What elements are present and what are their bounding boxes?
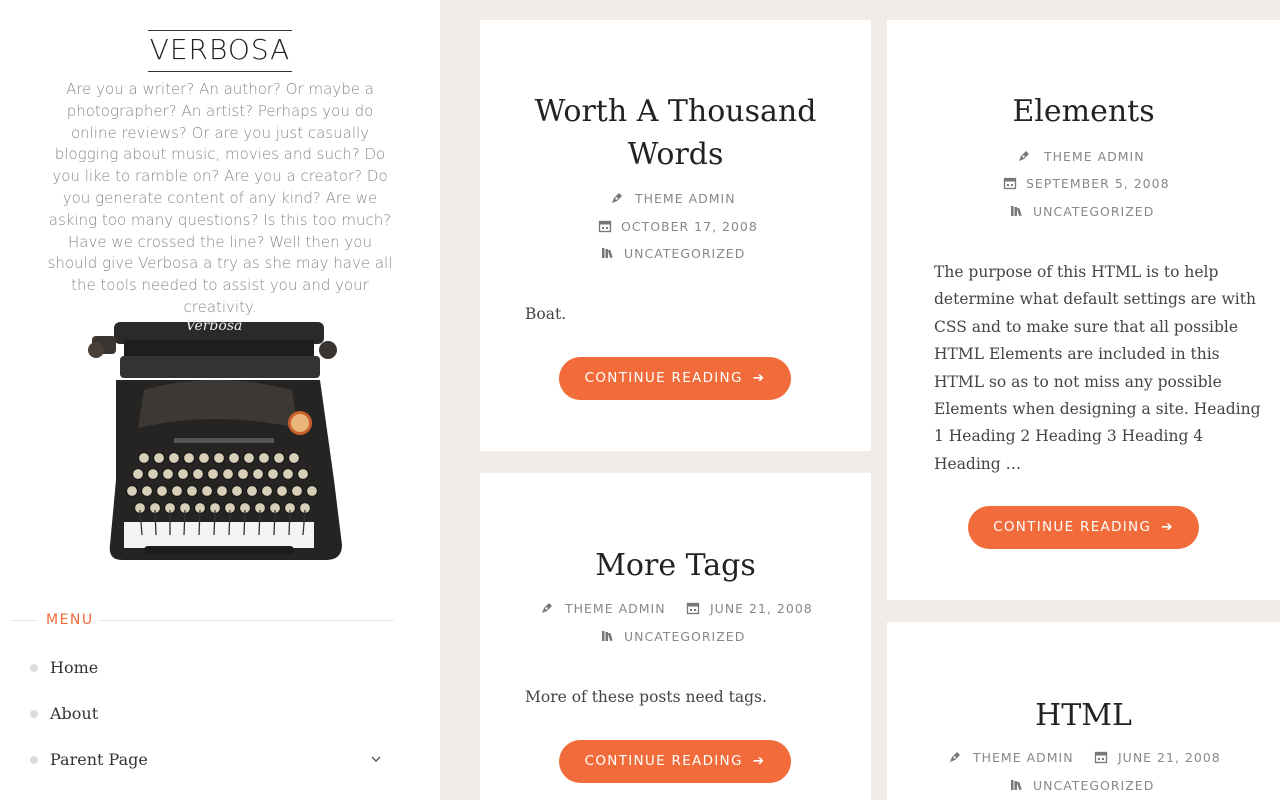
post-excerpt: Boat. xyxy=(525,305,567,323)
books-icon xyxy=(1011,780,1022,791)
menu-heading-label: MENU xyxy=(46,612,94,628)
button-label[interactable]: CONTINUE READING xyxy=(585,370,743,386)
menu-item-about[interactable]: About xyxy=(30,699,390,729)
post-title[interactable]: HTML xyxy=(887,694,1280,737)
pen-nib-icon xyxy=(1019,151,1029,161)
post-card: More Tags THEME ADMIN JUNE 21, 2008 UNCA… xyxy=(480,473,871,800)
date-text[interactable]: JUNE 21, 2008 xyxy=(1118,750,1221,766)
menu-item-label[interactable]: About xyxy=(50,703,98,725)
calendar-icon xyxy=(686,602,700,615)
calendar-icon xyxy=(1094,751,1108,764)
author-name[interactable]: THEME ADMIN xyxy=(973,750,1074,766)
post-card: Worth A Thousand Words THEME ADMIN OCTOB… xyxy=(480,20,871,451)
menu-divider xyxy=(12,620,38,621)
author-name[interactable]: THEME ADMIN xyxy=(635,191,736,207)
post-excerpt: The purpose of this HTML is to help dete… xyxy=(934,259,1264,478)
menu-item-label[interactable]: Home xyxy=(50,657,98,679)
post-excerpt: More of these posts need tags. xyxy=(525,688,767,706)
books-icon xyxy=(602,631,613,642)
menu-heading: MENU xyxy=(12,610,394,630)
menu-item-parent-page[interactable]: Parent Page xyxy=(30,745,390,775)
post-title[interactable]: Elements xyxy=(887,90,1280,133)
date-text[interactable]: OCTOBER 17, 2008 xyxy=(621,219,758,235)
excerpt-line: 1 Heading 2 Heading 3 Heading 4 xyxy=(934,427,1204,446)
books-icon xyxy=(602,248,613,259)
excerpt-line: Elements when designing a site. Heading xyxy=(934,400,1261,419)
author-name[interactable]: THEME ADMIN xyxy=(1044,149,1145,165)
arrow-right-icon: ➔ xyxy=(1161,519,1174,535)
site-tagline: Are you a writer? An author? Or maybe a … xyxy=(47,80,393,316)
excerpt-line: Heading … xyxy=(934,454,1022,473)
button-label[interactable]: CONTINUE READING xyxy=(993,519,1151,535)
continue-reading-button[interactable]: CONTINUE READING ➔ xyxy=(559,740,791,783)
bullet-dot xyxy=(30,756,38,764)
typewriter-logo-text: Verbosa xyxy=(186,318,243,334)
category-text[interactable]: UNCATEGORIZED xyxy=(624,246,745,262)
excerpt-line: HTML Elements are included in this xyxy=(934,345,1220,364)
category-text[interactable]: UNCATEGORIZED xyxy=(1033,204,1154,220)
menu-item-label[interactable]: Parent Page xyxy=(50,749,148,771)
post-title-line[interactable]: Worth A Thousand xyxy=(535,94,817,129)
continue-reading-button[interactable]: CONTINUE READING ➔ xyxy=(559,357,791,400)
pen-nib-icon xyxy=(612,193,622,203)
arrow-right-icon: ➔ xyxy=(752,753,766,769)
excerpt-line: determine what default settings are with xyxy=(934,290,1256,309)
calendar-icon xyxy=(598,220,612,233)
menu-item-home[interactable]: Home xyxy=(30,653,390,683)
arrow-right-icon: ➔ xyxy=(752,370,766,386)
date-text[interactable]: SEPTEMBER 5, 2008 xyxy=(1026,176,1170,192)
excerpt-line: HTML so as to not miss any possible xyxy=(934,372,1222,391)
pen-nib-icon xyxy=(542,603,552,613)
bullet-dot xyxy=(30,710,38,718)
bullet-dot xyxy=(30,664,38,672)
author-name[interactable]: THEME ADMIN xyxy=(565,601,666,617)
post-title-line[interactable]: Words xyxy=(628,137,724,172)
date-text[interactable]: JUNE 21, 2008 xyxy=(710,601,813,617)
calendar-icon xyxy=(1003,177,1017,190)
sidebar: VERBOSA Are you a writer? An author? Or … xyxy=(0,0,440,800)
button-label[interactable]: CONTINUE READING xyxy=(585,753,743,769)
chevron-down-icon[interactable] xyxy=(370,753,382,765)
excerpt-line: The purpose of this HTML is to help xyxy=(934,263,1219,281)
pen-nib-icon xyxy=(950,752,960,762)
books-icon xyxy=(1011,206,1022,217)
excerpt-line: CSS and to make sure that all possible xyxy=(934,317,1239,336)
post-title[interactable]: More Tags xyxy=(480,544,871,587)
category-text[interactable]: UNCATEGORIZED xyxy=(1033,778,1154,794)
typewriter-image: Verbosa xyxy=(88,318,342,560)
category-text[interactable]: UNCATEGORIZED xyxy=(624,629,745,645)
continue-reading-button[interactable]: CONTINUE READING ➔ xyxy=(968,506,1199,549)
menu-divider xyxy=(100,620,394,621)
post-card: Elements THEME ADMIN SEPTEMBER 5, 2008 U… xyxy=(887,20,1280,600)
post-title[interactable]: Worth A Thousand Words xyxy=(480,90,871,176)
post-card: HTML THEME ADMIN JUNE 21, 2008 UNCATEGOR… xyxy=(887,622,1280,800)
site-title[interactable]: VERBOSA xyxy=(148,30,292,72)
